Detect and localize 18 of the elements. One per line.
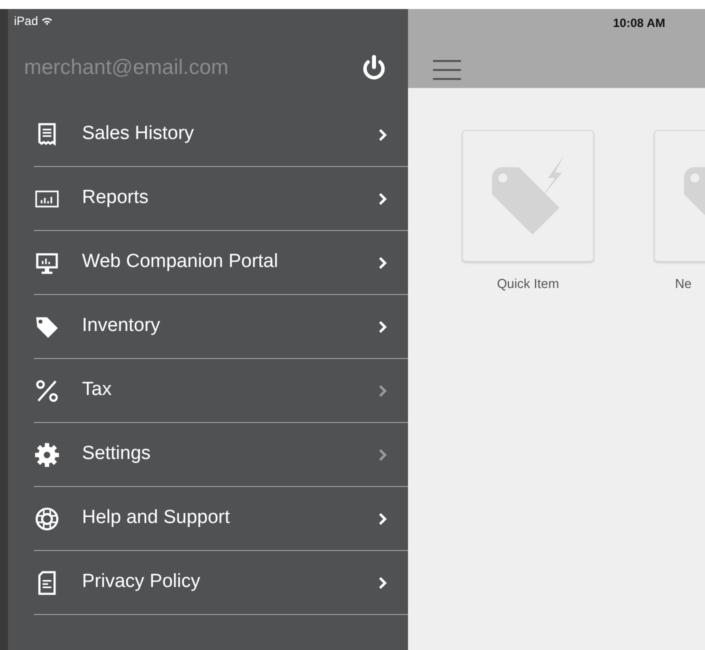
menu-item[interactable]: Privacy Policy: [34, 551, 408, 615]
menu-item[interactable]: Sales History: [34, 103, 408, 167]
menu-item[interactable]: Inventory: [34, 295, 408, 359]
gear-icon: [34, 442, 60, 468]
tile-label: Quick Item: [496, 275, 560, 293]
wifi-icon: [42, 17, 52, 25]
tile-label: Ne: [675, 275, 692, 293]
menu-item[interactable]: Help and Support: [34, 487, 408, 551]
percent-icon: [34, 378, 60, 404]
tile-button[interactable]: [462, 130, 594, 262]
device-name: iPad: [14, 13, 38, 30]
power-icon[interactable]: [362, 55, 386, 81]
menu-icon[interactable]: [433, 59, 461, 81]
lifebuoy-icon: [34, 506, 60, 532]
menu-item[interactable]: Settings: [34, 423, 408, 487]
menu-item[interactable]: Web Companion Portal: [34, 231, 408, 295]
account-email: merchant@email.com: [24, 55, 229, 82]
status-time: 10:08 AM: [613, 15, 666, 32]
